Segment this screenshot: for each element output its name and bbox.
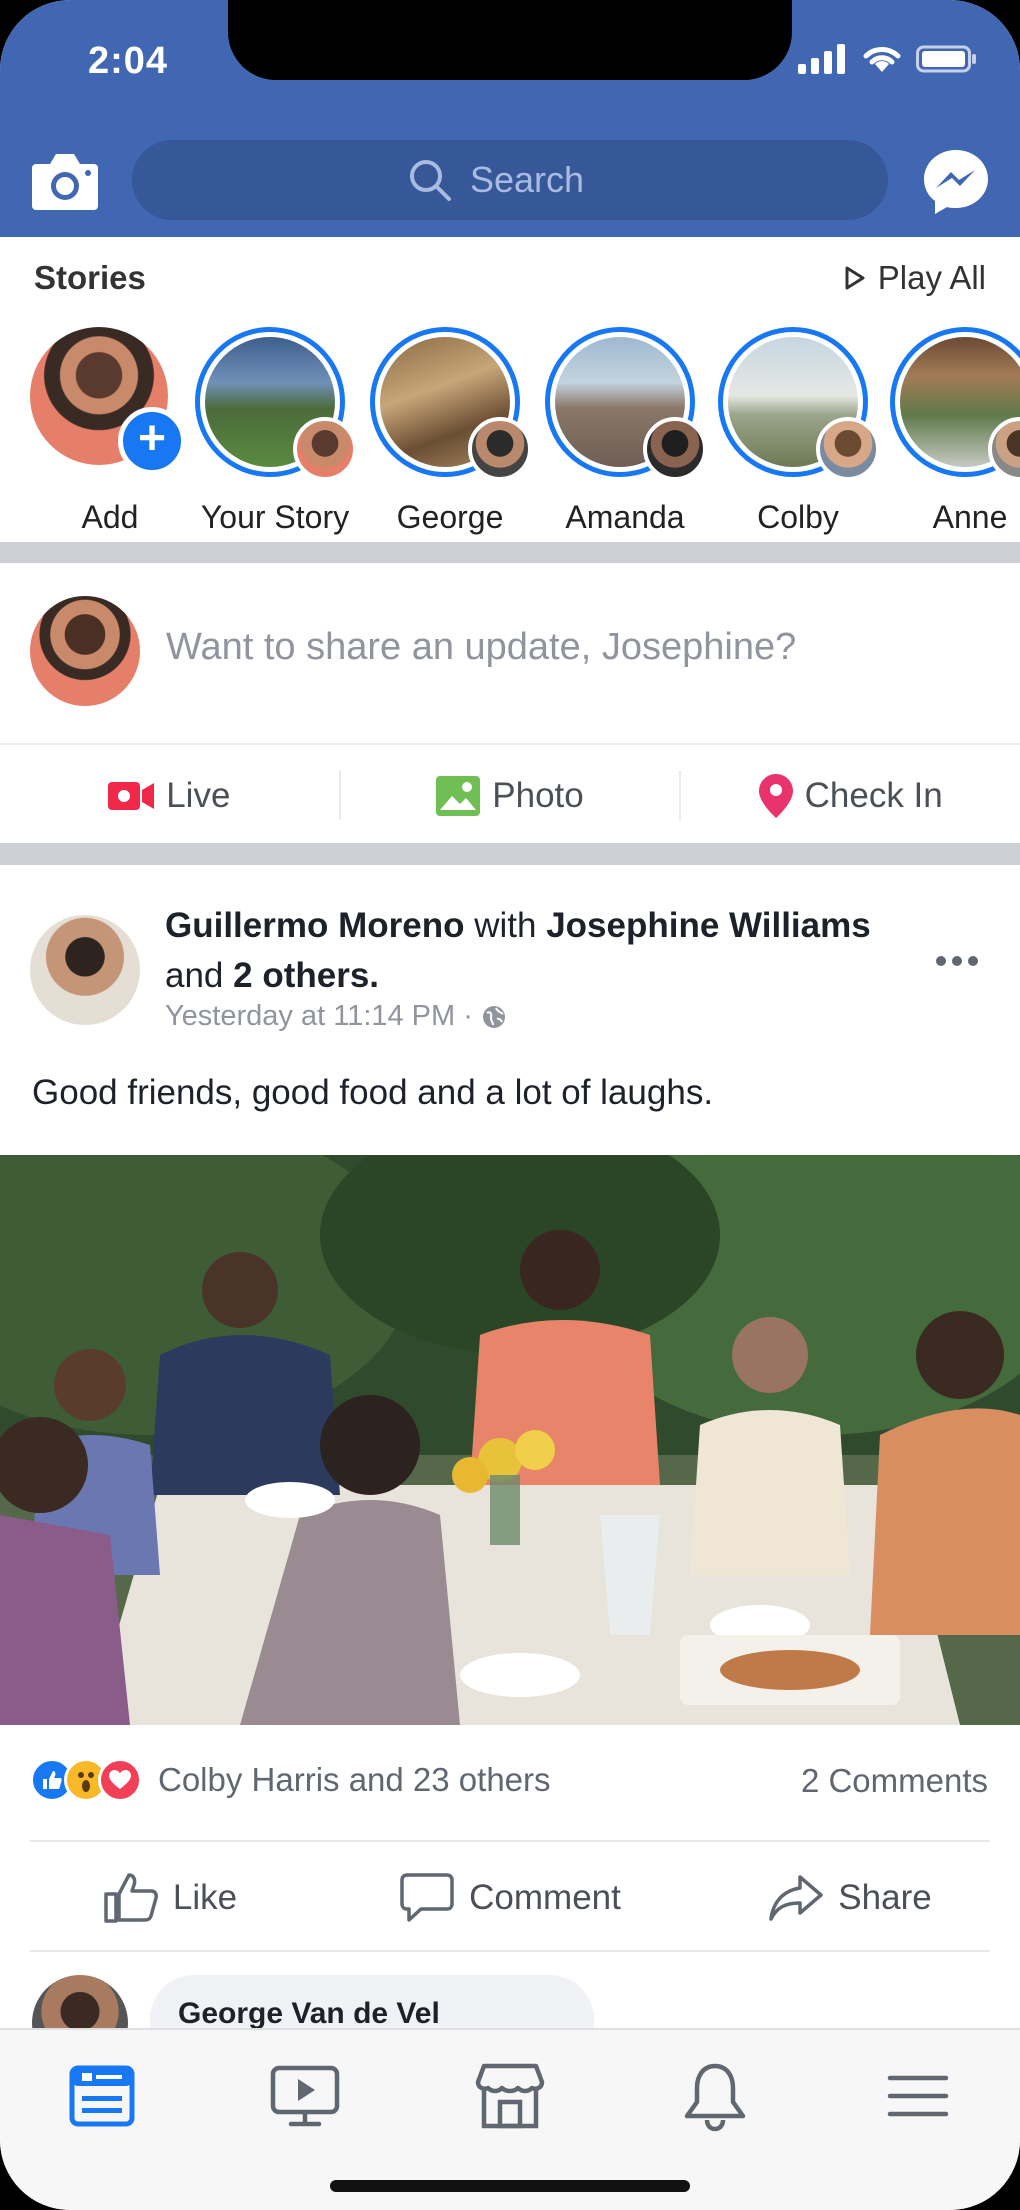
post-author-line: Guillermo Moreno with Josephine Williams… (165, 901, 925, 1001)
check-in-label: Check In (804, 775, 943, 815)
device-notch (228, 0, 792, 80)
status-icons (798, 44, 978, 74)
news-feed-icon (69, 2065, 135, 2127)
more-options-icon[interactable] (936, 951, 986, 971)
story-name: Colby (757, 499, 839, 535)
live-video-icon (108, 781, 155, 810)
story-user-avatar (643, 417, 707, 481)
live-label: Live (166, 775, 231, 815)
with-text: with (474, 906, 537, 945)
composer-divider (0, 743, 1020, 745)
composer-actions: Live Photo Check In (0, 748, 1020, 843)
comment-bubble-icon (400, 1872, 454, 1922)
post-meta: Yesterday at 11:14 PM · (165, 1000, 507, 1033)
search-bar[interactable] (132, 140, 888, 220)
globe-icon (482, 1005, 505, 1028)
and-text: and (165, 956, 224, 995)
commenter-name[interactable]: George Van de Vel (178, 1997, 440, 2031)
play-all-button[interactable]: Play All (844, 259, 986, 297)
story-user-avatar (468, 417, 532, 481)
tagged-others[interactable]: 2 others. (233, 956, 379, 995)
comments-count[interactable]: 2 Comments (801, 1762, 988, 1800)
photo-button[interactable]: Photo (341, 748, 680, 843)
messenger-icon (924, 150, 988, 214)
post-photo[interactable] (0, 1155, 1020, 1725)
stories-title: Stories (34, 259, 146, 296)
status-time: 2:04 (88, 40, 169, 82)
marketplace-icon (475, 2063, 545, 2129)
section-divider (0, 843, 1020, 865)
battery-icon (916, 45, 976, 73)
search-icon (410, 160, 451, 201)
camera-icon (32, 154, 98, 210)
camera-button[interactable] (30, 150, 100, 212)
post-actions: Like Comment Share (0, 1845, 1020, 1950)
wifi-icon (863, 47, 901, 72)
cellular-signal-icon (798, 44, 845, 74)
share-arrow-icon (769, 1874, 824, 1921)
like-label: Like (172, 1877, 238, 1917)
top-navigation-bar: 2:04 (0, 0, 1020, 237)
section-divider (0, 542, 1020, 563)
like-button[interactable]: Like (0, 1845, 340, 1950)
share-label: Share (838, 1877, 932, 1917)
home-indicator[interactable] (330, 2180, 690, 2192)
photo-label: Photo (492, 775, 584, 815)
tagged-name[interactable]: Josephine Williams (546, 906, 871, 945)
story-name: Your Story (200, 499, 350, 535)
post-timestamp[interactable]: Yesterday at 11:14 PM (165, 1000, 455, 1033)
tab-marketplace[interactable] (470, 2062, 550, 2132)
feed-post: Guillermo Moreno with Josephine Williams… (0, 865, 1020, 2071)
story-name: George (396, 499, 504, 535)
share-button[interactable]: Share (680, 1845, 1020, 1950)
photo-icon (436, 775, 481, 816)
post-divider (30, 1950, 990, 1952)
tab-notifications[interactable] (675, 2062, 755, 2132)
reactions-text: Colby Harris and 23 others (158, 1761, 551, 1798)
location-pin-icon (758, 773, 793, 818)
search-input[interactable] (468, 158, 612, 202)
watch-icon (270, 2065, 340, 2127)
thumbs-up-icon (104, 1872, 158, 1923)
story-user-avatar (816, 417, 880, 481)
tab-menu[interactable] (878, 2062, 958, 2132)
reactions-summary[interactable]: Colby Harris and 23 others (30, 1758, 551, 1802)
story-name: Anne (932, 499, 1008, 535)
tab-news-feed[interactable] (62, 2062, 142, 2132)
comment-button[interactable]: Comment (340, 1845, 680, 1950)
story-user-avatar (293, 417, 357, 481)
post-text: Good friends, good food and a lot of lau… (32, 1073, 714, 1112)
composer-avatar (30, 596, 140, 706)
play-all-label: Play All (877, 259, 986, 296)
comment-label: Comment (469, 1877, 621, 1917)
author-name[interactable]: Guillermo Moreno (165, 906, 464, 945)
post-divider (30, 1840, 990, 1842)
play-icon (845, 266, 865, 290)
meta-separator: · (463, 1000, 473, 1032)
status-update-input[interactable] (164, 625, 968, 670)
check-in-button[interactable]: Check In (681, 748, 1020, 843)
notifications-icon (684, 2063, 746, 2132)
tab-watch[interactable] (265, 2062, 345, 2132)
stories-section: Stories Play All + Add Your Story George (0, 237, 1020, 542)
phone-screen: 2:04 Search Stories Play All + Add Your … (0, 0, 1020, 2210)
love-reaction-icon (98, 1758, 142, 1802)
add-story-plus-icon: + (118, 407, 186, 475)
story-name: Amanda (565, 499, 685, 535)
menu-icon (887, 2075, 949, 2117)
post-composer: Live Photo Check In (0, 563, 1020, 843)
live-button[interactable]: Live (0, 748, 339, 843)
author-avatar[interactable] (30, 915, 140, 1025)
messenger-button[interactable] (920, 146, 992, 218)
